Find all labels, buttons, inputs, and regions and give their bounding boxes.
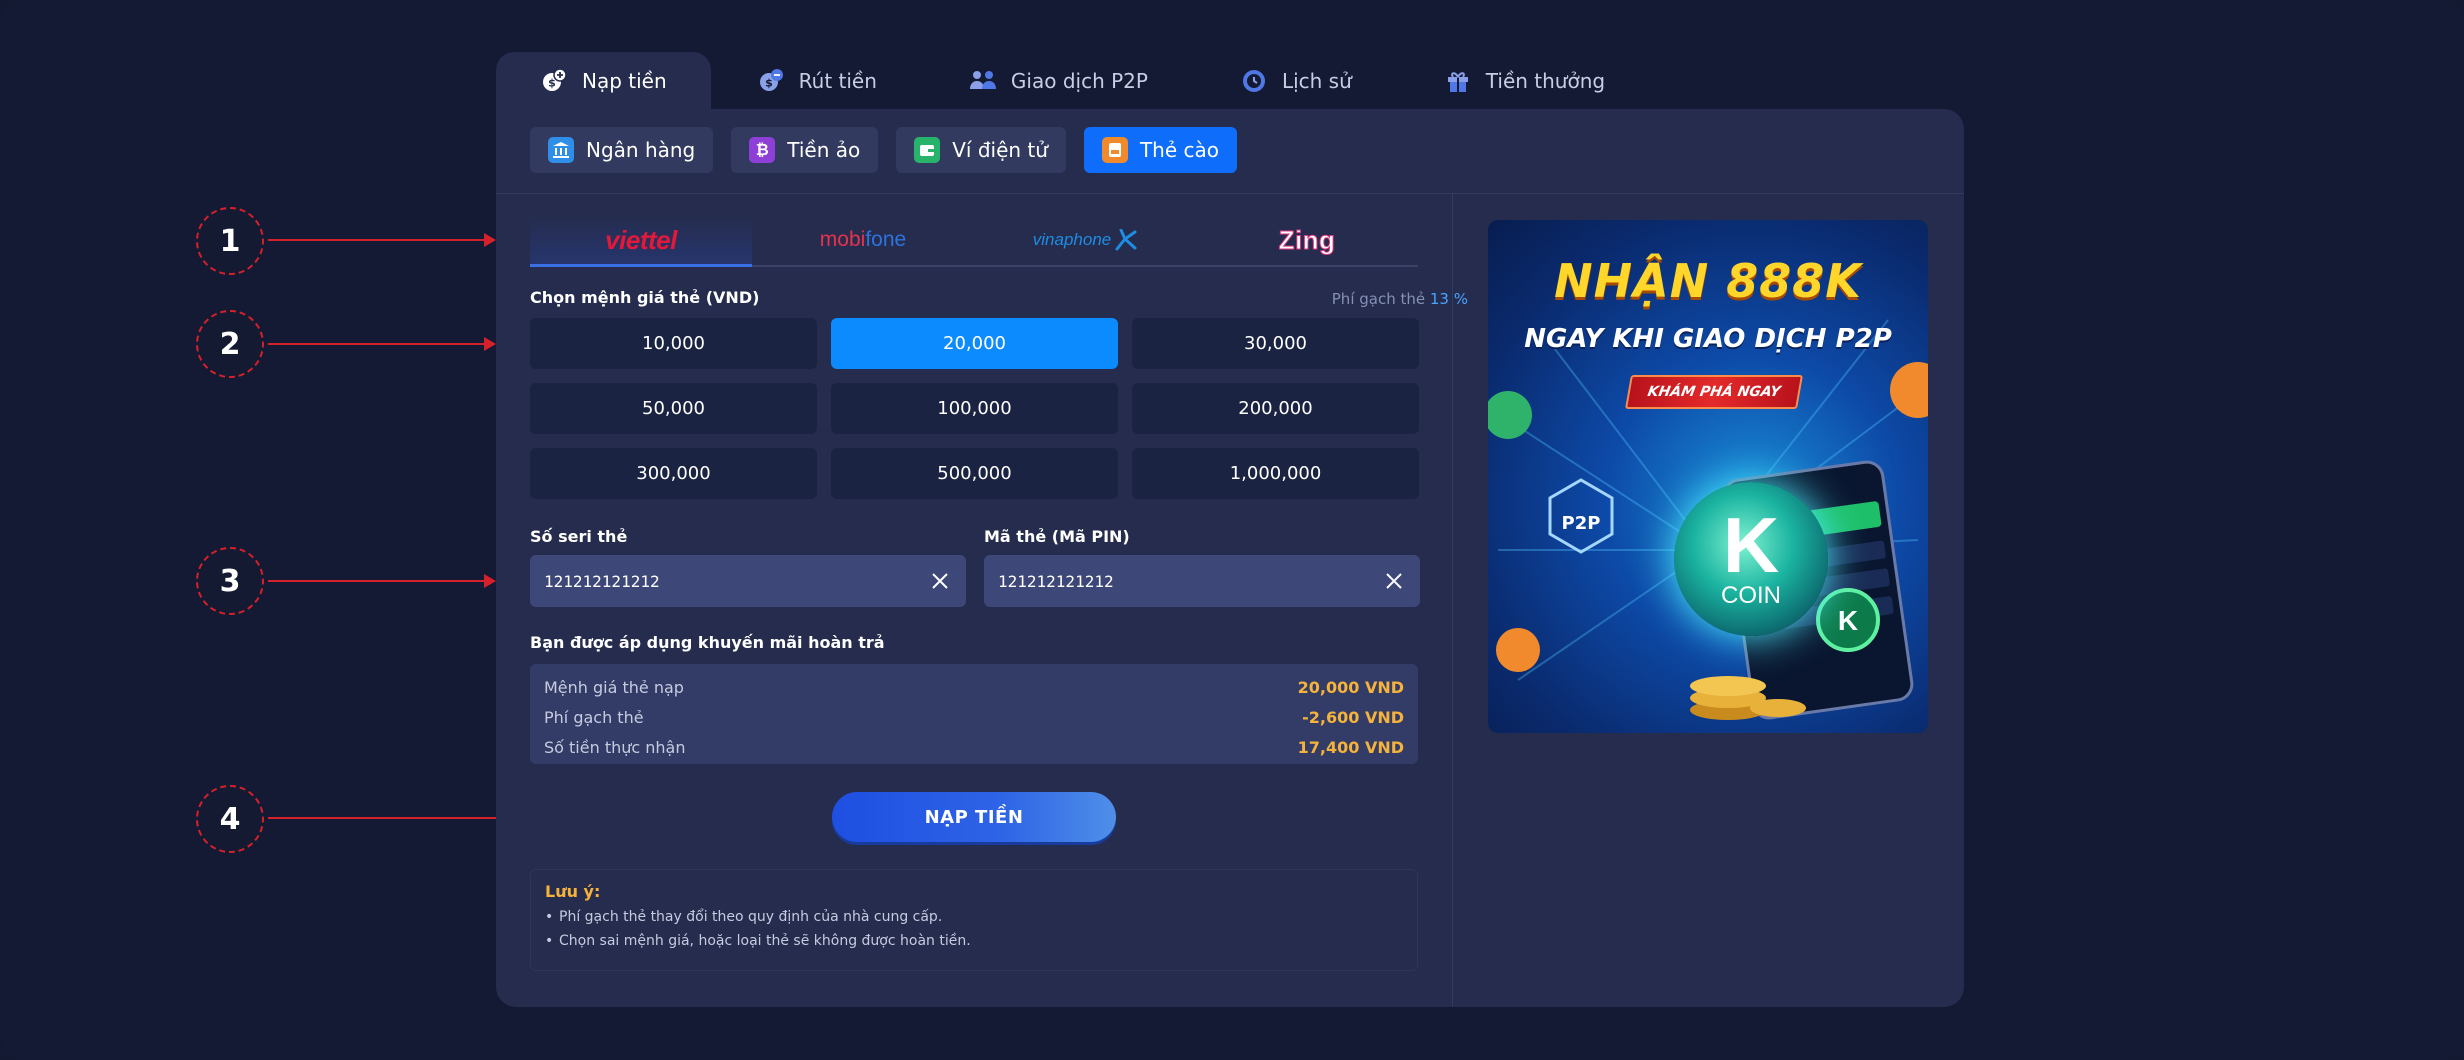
- clear-pin-icon[interactable]: [1382, 569, 1406, 593]
- promo-subheadline: NGAY KHI GIAO DỊCH P2P: [1524, 324, 1892, 354]
- summary-row-label: Phí gạch thẻ: [544, 707, 644, 727]
- amount-option[interactable]: 300,000: [530, 448, 817, 499]
- deposit-panel: Ngân hàng ₿ Tiền ảo Ví điện tử Thẻ cào v…: [496, 109, 1964, 1007]
- tab-deposit-label: Nạp tiền: [582, 69, 667, 93]
- main-tabs: $ Nạp tiền $ Rút tiền Giao dịch P2P Lịch…: [496, 52, 1651, 110]
- summary-title: Bạn được áp dụng khuyến mãi hoàn trả: [530, 633, 885, 652]
- fee-label: Phí gạch thẻ: [1331, 290, 1426, 308]
- notes-box: Lưu ý: Phí gạch thẻ thay đổi theo quy đị…: [530, 869, 1418, 971]
- vinaphone-star-icon: [1115, 229, 1137, 251]
- summary-row-value: 20,000 VND: [1297, 677, 1404, 697]
- carrier-mobifone[interactable]: mobifone: [752, 215, 974, 265]
- viettel-logo: viettel: [605, 224, 677, 255]
- annotation-arrow-1: [268, 233, 496, 247]
- note-item: Phí gạch thẻ thay đổi theo quy định của …: [545, 905, 1403, 929]
- tab-history-label: Lịch sử: [1281, 69, 1352, 93]
- summary-row: Phí gạch thẻ -2,600 VND: [544, 702, 1404, 732]
- promo-p2p-badge: P2P: [1561, 512, 1601, 534]
- bank-icon: [548, 137, 574, 163]
- history-icon: [1240, 67, 1268, 95]
- amount-option[interactable]: 200,000: [1132, 383, 1419, 434]
- notes-list: Phí gạch thẻ thay đổi theo quy định của …: [545, 905, 1403, 953]
- k-coin-icon: K COIN: [1674, 482, 1828, 636]
- annotation-arrow-2: [268, 337, 496, 351]
- summary-row-label: Số tiền thực nhận: [544, 737, 686, 757]
- annotation-marker-1: 1: [196, 207, 264, 275]
- tab-rewards-label: Tiền thưởng: [1485, 69, 1606, 93]
- payment-method-tabs: Ngân hàng ₿ Tiền ảo Ví điện tử Thẻ cào: [530, 127, 1237, 173]
- panel-column-divider: [1452, 193, 1453, 1007]
- annotation-marker-4: 4: [196, 785, 264, 853]
- bitcoin-icon: ₿: [749, 137, 776, 163]
- subtab-bank[interactable]: Ngân hàng: [530, 127, 714, 173]
- mobifone-logo: mobifone: [819, 228, 907, 251]
- subtab-ewallet[interactable]: Ví điện tử: [896, 127, 1066, 173]
- carrier-zing[interactable]: Zing: [1196, 215, 1418, 265]
- tab-withdraw-label: Rút tiền: [798, 69, 877, 93]
- wallet-icon: [914, 137, 941, 163]
- tab-withdraw[interactable]: $ Rút tiền: [711, 52, 923, 110]
- coin-label: COIN: [1721, 582, 1781, 609]
- annotation-arrow-3: [268, 574, 496, 588]
- panel-divider: [496, 193, 1964, 194]
- gift-icon: [1444, 67, 1472, 95]
- serial-input[interactable]: 121212121212: [530, 555, 966, 607]
- summary-row-value: 17,400 VND: [1297, 737, 1404, 757]
- subtab-scratch-card-label: Thẻ cào: [1139, 138, 1219, 162]
- carrier-vinaphone[interactable]: vinaphone: [974, 215, 1196, 265]
- subtab-crypto-label: Tiền ảo: [787, 138, 861, 162]
- subtab-bank-label: Ngân hàng: [586, 138, 696, 162]
- clear-serial-icon[interactable]: [928, 569, 952, 593]
- notes-title: Lưu ý:: [545, 882, 601, 901]
- tab-deposit[interactable]: $ Nạp tiền: [496, 52, 711, 110]
- summary-row: Số tiền thực nhận 17,400 VND: [544, 732, 1404, 762]
- svg-text:$: $: [765, 77, 773, 90]
- amount-option[interactable]: 10,000: [530, 318, 817, 369]
- promo-cta-button[interactable]: KHÁM PHÁ NGAY: [1625, 375, 1803, 409]
- coin-letter: K: [1722, 501, 1780, 589]
- submit-deposit-button[interactable]: NẠP TIỀN: [832, 792, 1116, 842]
- subtab-scratch-card[interactable]: Thẻ cào: [1083, 127, 1237, 173]
- pin-value: 121212121212: [998, 571, 1114, 591]
- pin-input[interactable]: 121212121212: [984, 555, 1420, 607]
- subtab-crypto[interactable]: ₿ Tiền ảo: [731, 127, 879, 173]
- p2p-users-icon: [969, 67, 997, 95]
- scratch-card-icon: [1101, 137, 1128, 163]
- amount-option[interactable]: 500,000: [831, 448, 1118, 499]
- summary-row-value: -2,600 VND: [1302, 707, 1404, 727]
- deposit-icon: $: [540, 67, 568, 95]
- tab-p2p-label: Giao dịch P2P: [1010, 69, 1148, 93]
- amount-section-label: Chọn mệnh giá thẻ (VND): [530, 288, 760, 307]
- amount-option-selected[interactable]: 20,000: [831, 318, 1118, 369]
- serial-value: 121212121212: [544, 571, 660, 591]
- serial-label: Số seri thẻ: [530, 527, 628, 546]
- note-item: Chọn sai mệnh giá, hoặc loại thẻ sẽ khôn…: [545, 929, 1403, 953]
- amount-option[interactable]: 1,000,000: [1132, 448, 1419, 499]
- annotation-marker-3: 3: [196, 547, 264, 615]
- pin-label: Mã thẻ (Mã PIN): [984, 527, 1130, 546]
- amount-option[interactable]: 50,000: [530, 383, 817, 434]
- annotation-marker-2: 2: [196, 310, 264, 378]
- promo-headline: NHẬN 888K: [1554, 254, 1862, 308]
- summary-box: Mệnh giá thẻ nạp 20,000 VND Phí gạch thẻ…: [530, 664, 1418, 764]
- vinaphone-logo: vinaphone: [1033, 229, 1137, 251]
- amount-option[interactable]: 100,000: [831, 383, 1118, 434]
- withdraw-icon: $: [757, 67, 785, 95]
- subtab-ewallet-label: Ví điện tử: [952, 138, 1048, 162]
- amount-grid: 10,000 20,000 30,000 50,000 100,000 200,…: [530, 318, 1420, 499]
- carrier-viettel[interactable]: viettel: [530, 215, 752, 267]
- summary-row: Mệnh giá thẻ nạp 20,000 VND: [544, 672, 1404, 702]
- fee-note: Phí gạch thẻ 13 %: [1332, 290, 1468, 308]
- summary-row-label: Mệnh giá thẻ nạp: [544, 677, 684, 697]
- promo-banner[interactable]: K NHẬN 888K NGAY KHI GIAO DỊCH P2P KHÁM …: [1488, 220, 1928, 733]
- fee-value: 13 %: [1429, 290, 1468, 308]
- tab-rewards[interactable]: Tiền thưởng: [1398, 52, 1651, 110]
- amount-option[interactable]: 30,000: [1132, 318, 1419, 369]
- zing-logo: Zing: [1278, 224, 1336, 255]
- tab-p2p[interactable]: Giao dịch P2P: [923, 52, 1194, 110]
- svg-text:K: K: [1838, 605, 1858, 636]
- carrier-selector: viettel mobifone vinaphone Zing: [530, 215, 1418, 267]
- tab-history[interactable]: Lịch sử: [1194, 52, 1398, 110]
